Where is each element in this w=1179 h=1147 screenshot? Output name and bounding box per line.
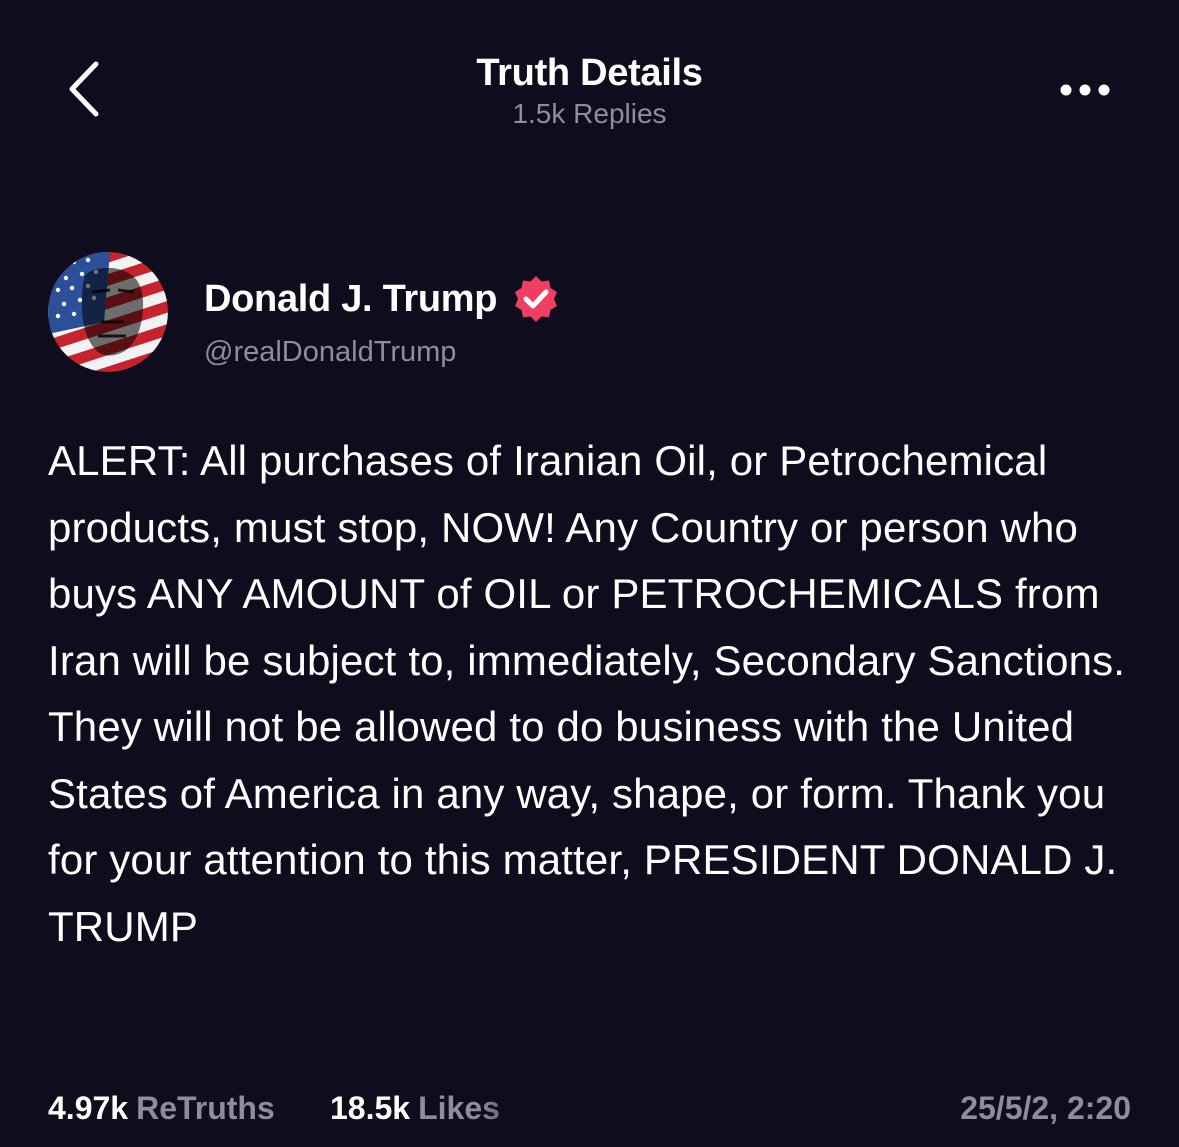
ellipsis-icon [1060,84,1110,96]
retruths-count: 4.97k [48,1090,129,1126]
reply-count: 1.5k Replies [512,98,667,129]
author-name[interactable]: Donald J. Trump [204,278,498,321]
avatar[interactable] [48,252,168,372]
verified-badge-icon [511,274,561,324]
post-author: Donald J. Trump @realDonaldTrump [48,250,748,380]
retruths-stat[interactable]: 4.97k ReTruths [48,1090,275,1127]
author-handle[interactable]: @realDonaldTrump [204,336,456,369]
post-stats: 4.97k ReTruths 18.5k Likes 25/5/2, 2:20 [48,1086,1131,1134]
more-options-button[interactable] [1050,70,1120,110]
author-name-row: Donald J. Trump [204,274,561,324]
likes-count: 18.5k [330,1090,411,1126]
retruths-label: ReTruths [136,1090,275,1126]
page-title: Truth Details [476,52,703,94]
post-timestamp: 25/5/2, 2:20 [960,1090,1131,1126]
obscured-region [476,1086,766,1132]
post-text: ALERT: All purchases of Iranian Oil, or … [48,437,1126,950]
likes-stat[interactable]: 18.5k Likes [330,1090,500,1127]
top-bar: Truth Details 1.5k Replies [0,0,1179,160]
